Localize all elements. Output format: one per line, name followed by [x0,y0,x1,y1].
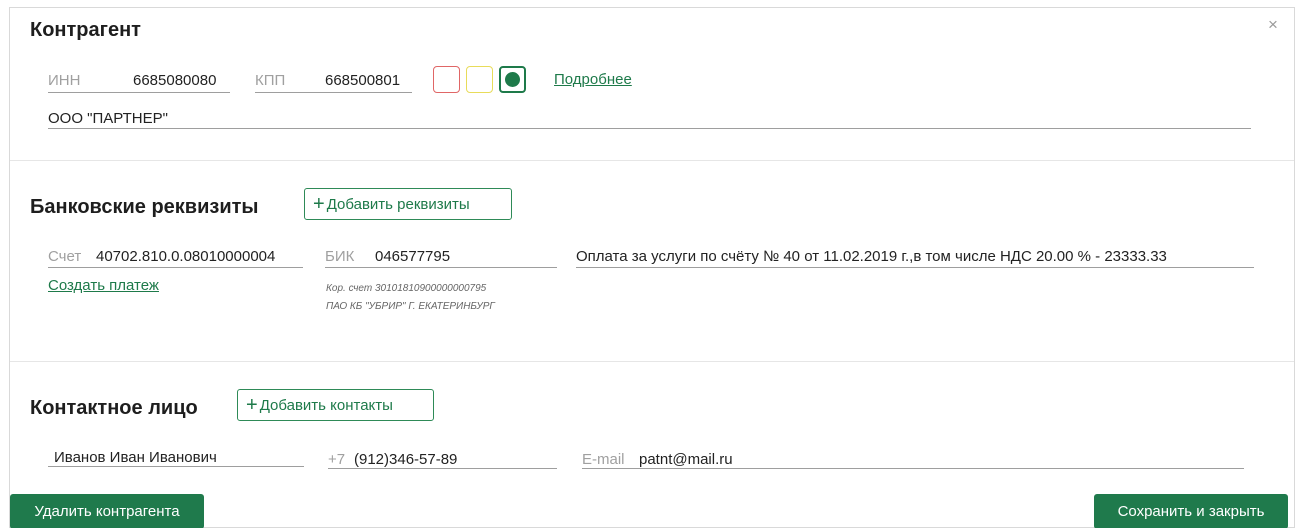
payment-purpose-underline [576,267,1254,268]
bank-title: Банковские реквизиты [30,196,259,218]
kpp-field[interactable]: 668500801 [325,72,400,89]
save-and-close-button[interactable]: Сохранить и закрыть [1094,494,1288,528]
inn-field[interactable]: 6685080080 [133,72,216,89]
kpp-label: КПП [255,72,286,89]
add-contacts-button[interactable]: + Добавить контакты [237,389,434,421]
bik-label: БИК [325,248,355,265]
phone-field[interactable]: (912)346-57-89 [354,451,457,468]
phone-underline [328,468,557,469]
contact-name-underline [48,466,304,467]
company-name-field[interactable]: ООО "ПАРТНЕР" [48,110,168,127]
status-red-checkbox[interactable] [433,66,460,93]
account-label: Счет [48,248,82,265]
phone-prefix: +7 [328,451,346,468]
add-contacts-label: Добавить контакты [259,396,393,414]
corr-account-text: Кор. счет 30101810900000000795 [326,283,487,294]
inn-underline [48,92,230,93]
company-name-underline [48,128,1251,129]
plus-icon: + [313,193,325,215]
selected-dot-icon [505,72,520,87]
email-underline [582,468,1244,469]
section-divider [10,160,1294,161]
kpp-underline [255,92,412,93]
contact-name-field[interactable]: Иванов Иван Иванович [54,449,217,466]
add-requisites-label: Добавить реквизиты [326,195,470,213]
inn-label: ИНН [48,72,81,89]
add-requisites-button[interactable]: + Добавить реквизиты [304,188,512,220]
status-yellow-checkbox[interactable] [466,66,493,93]
details-link[interactable]: Подробнее [554,71,632,88]
email-field[interactable]: patnt@mail.ru [639,451,733,468]
create-payment-link[interactable]: Создать платеж [48,277,159,294]
bank-name-text: ПАО КБ "УБРИР" Г. ЕКАТЕРИНБУРГ [326,301,495,312]
status-green-checkbox[interactable] [499,66,526,93]
plus-icon: + [246,394,258,416]
bik-field[interactable]: 046577795 [375,248,450,265]
section-divider [10,361,1294,362]
payment-purpose-field[interactable]: Оплата за услуги по счёту № 40 от 11.02.… [576,248,1167,265]
delete-counterparty-button[interactable]: Удалить контрагента [10,494,204,528]
contact-title: Контактное лицо [30,397,198,419]
account-field[interactable]: 40702.810.0.08010000004 [96,248,275,265]
account-underline [48,267,303,268]
bik-underline [325,267,557,268]
counterparty-title: Контрагент [30,19,141,41]
close-icon[interactable]: × [1268,16,1278,33]
email-label: E-mail [582,451,625,468]
